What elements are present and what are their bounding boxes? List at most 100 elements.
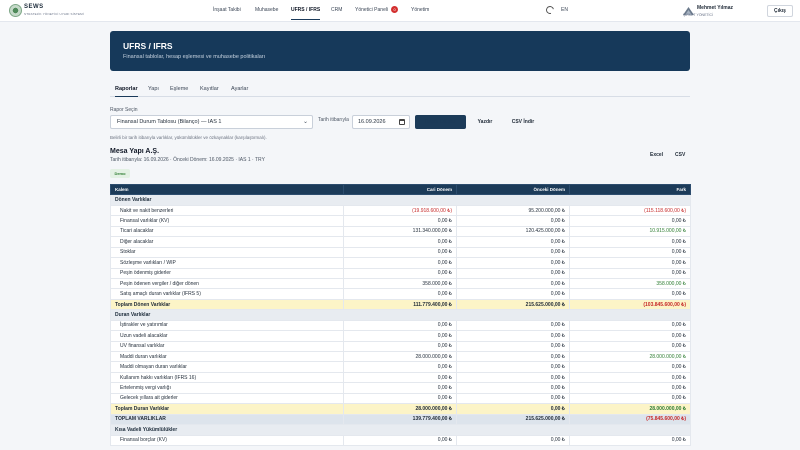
header-cari-donem: Cari Dönem [343,183,457,196]
row-previous-value: 0,00 ₺ [456,403,570,415]
print-button[interactable]: Yazdır [471,115,499,129]
csv-download-button[interactable]: CSV İndir [504,115,542,129]
row-previous-value: 0,00 ₺ [456,371,570,384]
row-difference-value: 0,00 ₺ [569,257,691,269]
row-label: İştirakler ve yatırımlar [110,319,344,332]
row-label: Stoklar [110,246,344,259]
row-difference-value: 0,00 ₺ [569,246,691,259]
table-row: İştirakler ve yatırımlar 0,00 ₺ 0,00 ₺ 0,00… [110,319,691,332]
row-difference-value: 0,00 ₺ [569,434,691,446]
table-row: Finansal borçlar (KV) 0,00 ₺ 0,00 ₺ 0,00 ₺ [110,434,691,446]
row-label: Gelecek yıllara ait giderler [110,392,344,405]
row-previous-value: 0,00 ₺ [456,236,570,248]
row-difference-value: 28.000.000,00 ₺ [569,403,691,415]
row-label: Satış amaçlı duran varlıklar (IFRS 5) [110,288,344,300]
theme-toggle-moon-icon[interactable] [544,4,556,16]
row-current-value: 358.000,00 ₺ [343,277,457,290]
logout-button[interactable]: Çıkış [767,5,793,17]
row-current-value: 111.779.400,00 ₺ [343,298,457,311]
brand-subtitle: STRATEJİK YÖNETİCİ UYARI SİSTEMİ [24,12,84,16]
table-total-row: Toplam Dönen Varlıklar 111.779.400,00 ₺ 21… [110,298,691,311]
row-previous-value: 0,00 ₺ [456,382,570,394]
tab-esleme[interactable]: Eşleme [170,83,188,97]
section-tabs: Raporlar Yapı Eşleme Kayıtlar Ayarlar [110,83,690,97]
nav-item-yonetim[interactable]: Yönetim [411,0,429,20]
row-label: UV finansal varlıklar [110,340,344,353]
table-row: Diğer alacaklar 0,00 ₺ 0,00 ₺ 0,00 ₺ [110,236,691,248]
row-previous-value: 0,00 ₺ [456,392,570,405]
table-row: Kullanım hakkı varlıkları (IFRS 16) 0,00 … [110,371,691,384]
table-row: Sözleşme varlıkları / WIP 0,00 ₺ 0,00 ₺ 0,0… [110,257,691,269]
row-difference-value: 0,00 ₺ [569,392,691,405]
table-section-row: Duran Varlıklar [110,309,691,321]
row-difference-value: 0,00 ₺ [569,371,691,384]
table-row: Uzun vadeli alacaklar 0,00 ₺ 0,00 ₺ 0,00 ₺ [110,330,691,342]
row-current-value: 0,00 ₺ [343,215,457,227]
date-input[interactable]: 16.09.2026 [352,115,410,129]
row-current-value: 28.000.000,00 ₺ [343,350,457,363]
nav-item-ufrs-ifrs[interactable]: UFRS / IFRS [291,0,321,20]
row-label: Peşin ödenmiş giderler [110,267,344,279]
row-current-value: 0,00 ₺ [343,246,457,259]
row-current-value: 0,00 ₺ [343,236,457,248]
tab-ayarlar[interactable]: Ayarlar [231,83,248,97]
user-name: Mehmet Yılmaz [697,5,734,11]
row-label: Maddi duran varlıklar [110,350,344,363]
page-header-banner: UFRS / IFRS Finansal tablolar, hesap eşl… [110,31,690,71]
row-label: Toplam Duran Varlıklar [110,403,344,415]
language-switch[interactable]: EN [561,0,568,20]
row-difference-value: 0,00 ₺ [569,215,691,227]
calendar-icon[interactable] [399,119,405,125]
row-previous-value: 95.200.000,00 ₺ [456,204,570,217]
date-input-value: 16.09.2026 [358,119,386,125]
table-row: Gelecek yıllara ait giderler 0,00 ₺ 0,00 ₺… [110,392,691,405]
table-total-row: Toplam Duran Varlıklar 28.000.000,00 ₺ 0,0… [110,403,691,415]
row-current-value: 0,00 ₺ [343,267,457,279]
section-label: Duran Varlıklar [110,309,691,321]
row-previous-value: 215.625.000,00 ₺ [456,298,570,311]
row-previous-value: 0,00 ₺ [456,330,570,342]
table-header-row: Kalem Cari Dönem Önceki Dönem Fark [110,183,691,196]
nav-item-muhasebe[interactable]: Muhasebe [255,0,278,20]
report-select-label: Rapor Seçin [110,107,138,113]
row-current-value: (19.918.600,00 ₺) [343,204,457,217]
row-label: Kullanım hakkı varlıkları (IFRS 16) [110,371,344,384]
row-label: Finansal varlıklar (KV) [110,215,344,227]
export-excel-button[interactable]: Excel [650,150,663,160]
row-label: Toplam Dönen Varlıklar [110,298,344,311]
table-section-row: Dönen Varlıklar [110,194,691,206]
report-select[interactable]: Finansal Durum Tablosu (Bilanço) — IAS 1… [110,115,313,129]
table-row: UV finansal varlıklar 0,00 ₺ 0,00 ₺ 0,00 ₺ [110,340,691,353]
row-difference-value: (103.845.600,00 ₺) [569,298,691,311]
row-label: Uzun vadeli alacaklar [110,330,344,342]
row-previous-value: 0,00 ₺ [456,277,570,290]
report-select-value: Finansal Durum Tablosu (Bilanço) — IAS 1 [117,119,222,125]
brand-name: SEWS [24,4,44,10]
row-difference-value: 0,00 ₺ [569,382,691,394]
user-role: ŞİRKET YÖNETİCİ [683,13,714,17]
row-previous-value: 0,00 ₺ [456,340,570,353]
table-row: Maddi duran varlıklar 28.000.000,00 ₺ 0,00… [110,350,691,363]
row-previous-value: 0,00 ₺ [456,215,570,227]
table-row: Maddi olmayan duran varlıklar 0,00 ₺ 0,00 … [110,361,691,373]
tab-yapi[interactable]: Yapı [148,83,159,97]
table-row: Finansal varlıklar (KV) 0,00 ₺ 0,00 ₺ 0,00 … [110,215,691,227]
row-previous-value: 0,00 ₺ [456,361,570,373]
brand-logo-icon [9,4,22,17]
table-row: Satış amaçlı duran varlıklar (IFRS 5) 0,0… [110,288,691,300]
row-current-value: 0,00 ₺ [343,392,457,405]
notification-badge: 0 [391,6,399,14]
nav-item-crm[interactable]: CRM [331,0,342,20]
row-previous-value: 120.425.000,00 ₺ [456,225,570,238]
row-difference-value: (115.118.600,00 ₺) [569,204,691,217]
row-label: Ertelenmiş vergi varlığı [110,382,344,394]
nav-item-insaat-takibi[interactable]: İnşaat Takibi [213,0,241,20]
export-csv-button[interactable]: CSV [675,150,685,160]
row-previous-value: 0,00 ₺ [456,319,570,332]
generate-report-button[interactable]: Rapor Oluştur [415,115,466,129]
nav-item-yonetici-paneli[interactable]: Yönetici Paneli 0 [355,0,399,20]
tab-kayitlar[interactable]: Kayıtlar [200,83,219,97]
row-current-value: 139.779.400,00 ₺ [343,413,457,426]
row-previous-value: 0,00 ₺ [456,434,570,446]
tab-raporlar[interactable]: Raporlar [115,83,138,97]
